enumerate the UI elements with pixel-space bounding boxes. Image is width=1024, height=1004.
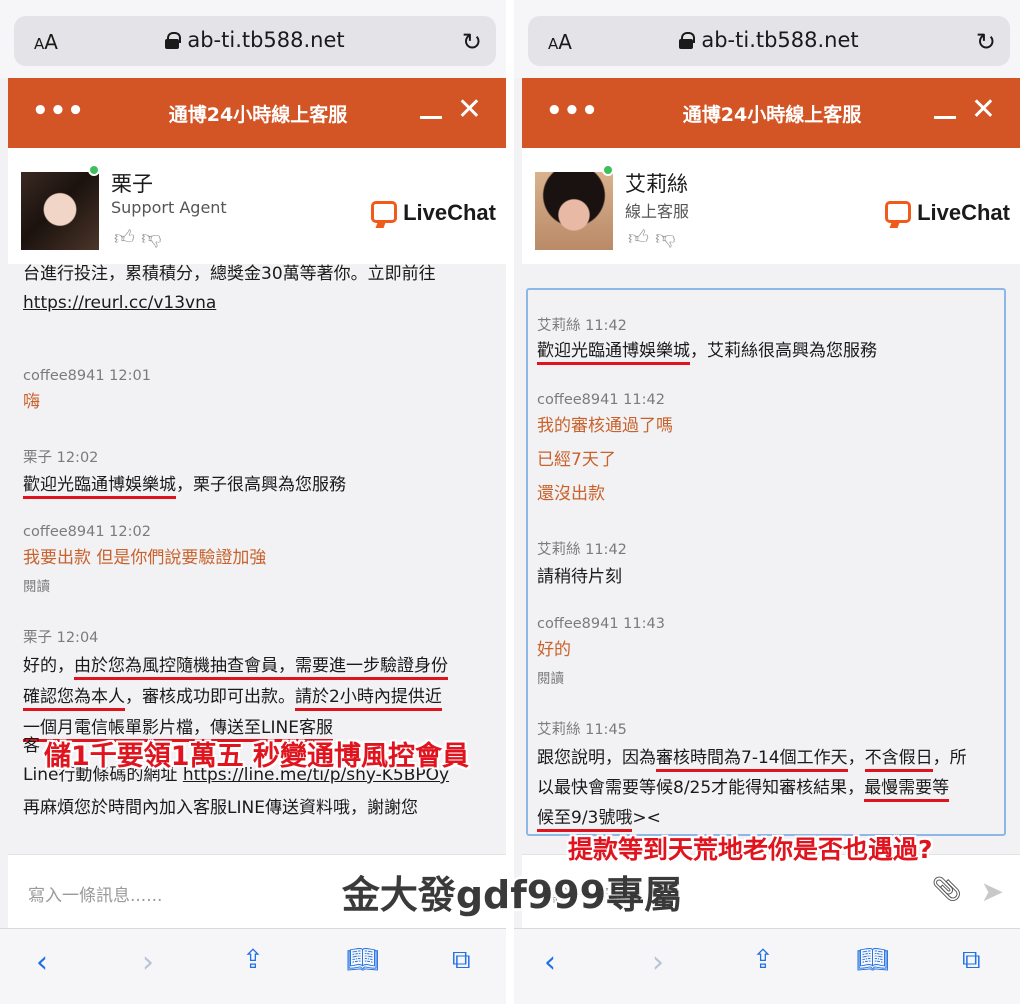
url-text[interactable]: ab-ti.tb588.net [701,28,858,52]
agent-card: 栗子 Support Agent 👍︎ 👎︎ LiveChat [8,148,506,264]
address-bar[interactable]: AA ab-ti.tb588.net ↻ [14,16,496,66]
watermark: 金大發gdf999專屬 [341,873,683,917]
lock-icon [165,32,182,49]
message-text: https://reurl.cc/v13vna [23,289,503,318]
message-meta: 栗子 12:04 [23,630,99,646]
avatar [21,172,99,250]
thumbs-up-icon[interactable]: 👍︎ [628,225,649,249]
reload-icon[interactable]: ↻ [462,28,482,56]
chat-title: 通博24小時線上客服 [682,104,862,126]
chat-title: 通博24小時線上客服 [168,104,348,126]
livechat-icon [371,201,398,223]
list-item: coffee8941 12:01 嗨 [23,368,503,417]
left-phone-screenshot: AA ab-ti.tb588.net ↻ ••• 通博24小時線上客服 ✕ 栗子… [0,0,506,1004]
message-text: 我要出款 但是你們說要驗證加強 [23,548,267,568]
minimize-icon[interactable] [934,116,956,119]
livechat-logo: LiveChat [885,200,1010,226]
agent-card: 艾莉絲 線上客服 👍︎ 👎︎ LiveChat [522,148,1020,264]
book-icon[interactable]: 📖︎ [856,945,889,975]
back-arrow-icon[interactable]: ‹ [36,945,48,980]
browser-address-area: AA ab-ti.tb588.net ↻ [514,0,1020,78]
close-icon[interactable]: ✕ [457,92,482,127]
livechat-logo: LiveChat [371,200,496,226]
highlight-box [526,288,1006,836]
agent-role: 線上客服 [625,202,690,221]
tabs-icon[interactable]: ⧉ [452,945,471,976]
right-annotation-caption: 提款等到天荒地老你是否也遇過? [568,835,933,864]
close-icon[interactable]: ✕ [971,92,996,127]
agent-role: Support Agent [111,198,227,217]
read-receipt: 閱讀 [23,579,50,595]
share-icon[interactable]: ⇪ [752,945,774,975]
message-meta: 栗子 12:02 [23,450,99,466]
agent-name: 栗子 [111,172,153,196]
share-icon[interactable]: ⇪ [242,945,264,975]
message-meta: coffee8941 12:02 [23,524,151,540]
chat-header: ••• 通博24小時線上客服 ✕ [522,78,1020,148]
minimize-icon[interactable] [420,116,442,119]
divider [506,0,514,1004]
livechat-brand-text: LiveChat [917,200,1010,225]
message-text: 好的，由於您為風控隨機抽查會員，需要進一步驗證身份 確認您為本人，審核成功即可出… [23,651,503,744]
list-item: 栗子 12:02 歡迎光臨通博娛樂城，栗子很高興為您服務 [23,446,503,500]
message-meta: coffee8941 12:01 [23,368,151,384]
browser-toolbar: ‹ › ⇪ 📖︎ ⧉ [0,928,506,1004]
tabs-icon[interactable]: ⧉ [962,945,981,976]
thumbs-down-icon[interactable]: 👎︎ [655,225,675,249]
url-text[interactable]: ab-ti.tb588.net [187,28,344,52]
left-annotation-caption: 儲1千要領1萬五 秒變通博風控會員 [44,741,469,772]
back-arrow-icon[interactable]: ‹ [544,945,556,980]
browser-address-area: AA ab-ti.tb588.net ↻ [0,0,506,78]
lock-icon [679,32,696,49]
thumbs-down-icon[interactable]: 👎︎ [141,225,161,249]
message-text: 歡迎光臨通博娛樂城，栗子很高興為您服務 [23,471,503,500]
livechat-brand-text: LiveChat [403,200,496,225]
avatar [535,172,613,250]
list-item: coffee8941 12:02 我要出款 但是你們說要驗證加強 閱讀 [23,524,503,595]
thumbs-up-icon[interactable]: 👍︎ [114,225,135,249]
forward-arrow-icon[interactable]: › [652,945,664,980]
forward-arrow-icon[interactable]: › [142,945,154,980]
message-text: 再麻煩您於時間內加入客服LINE傳送資料哦，謝謝您 [23,798,418,818]
list-item: 栗子 12:04 好的，由於您為風控隨機抽查會員，需要進一步驗證身份 確認您為本… [23,626,503,744]
message-text: 嗨 [23,392,40,412]
livechat-icon [885,201,912,223]
promo-link[interactable]: https://reurl.cc/v13vna [23,293,216,313]
online-status-dot [88,164,100,176]
browser-toolbar: ‹ › ⇪ 📖︎ ⧉ [514,928,1020,1004]
chat-header: ••• 通博24小時線上客服 ✕ [8,78,506,148]
list-item: 台進行投注，累積積分，總獎金30萬等著你。立即前往 https://reurl.… [23,264,503,318]
online-status-dot [602,164,614,176]
address-bar[interactable]: AA ab-ti.tb588.net ↻ [528,16,1010,66]
agent-name: 艾莉絲 [625,172,688,196]
reload-icon[interactable]: ↻ [976,28,996,56]
message-text: 台進行投注，累積積分，總獎金30萬等著你。立即前往 [23,264,436,284]
book-icon[interactable]: 📖︎ [346,945,379,975]
